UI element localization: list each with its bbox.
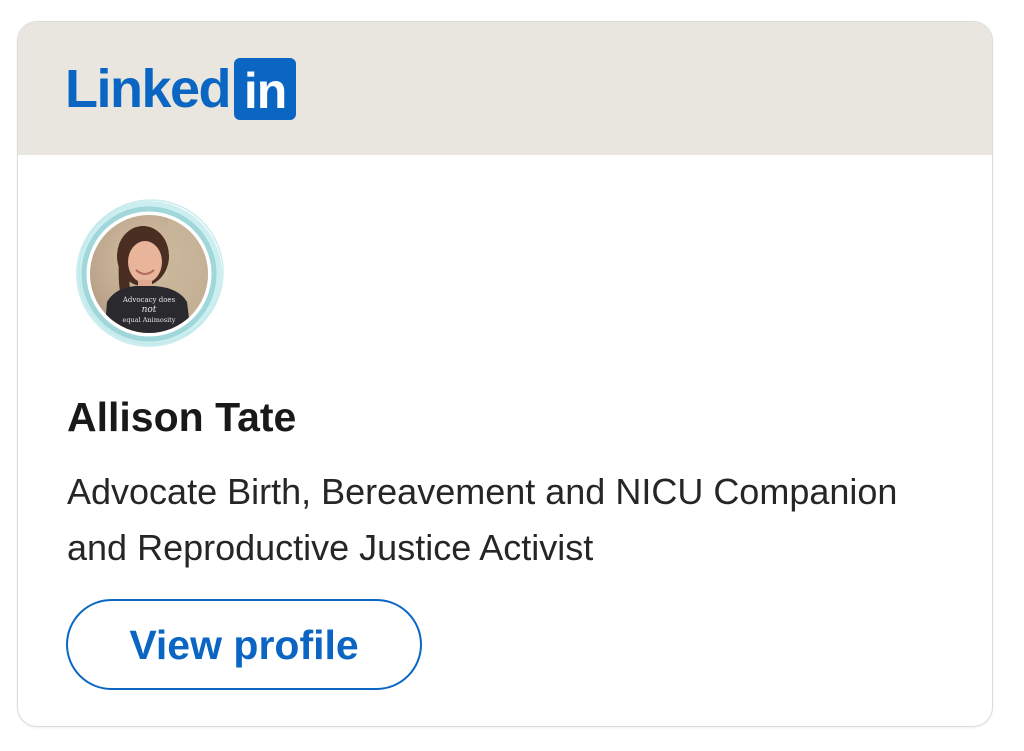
shirt-text-2: not (142, 305, 157, 315)
shirt-text-3: equal Animosity (123, 316, 176, 324)
avatar-photo: Advocacy does not equal Animosity (76, 199, 224, 347)
avatar[interactable]: Advocacy does not equal Animosity (73, 198, 225, 350)
linkedin-logo[interactable]: Linked in (65, 58, 297, 120)
linkedin-logo-word: Linked (65, 59, 232, 119)
face-shape (128, 241, 162, 283)
linkedin-profile-card: Linked in Advocacy does not equal Animos… (17, 21, 993, 727)
profile-name: Allison Tate (67, 394, 297, 440)
card-header: Linked in (18, 22, 992, 155)
linkedin-in-icon: in (234, 58, 297, 120)
view-profile-button[interactable]: View profile (66, 599, 422, 690)
profile-headline: Advocate Birth, Bereavement and NICU Com… (67, 471, 898, 568)
shirt-text-1: Advocacy does (122, 296, 176, 304)
